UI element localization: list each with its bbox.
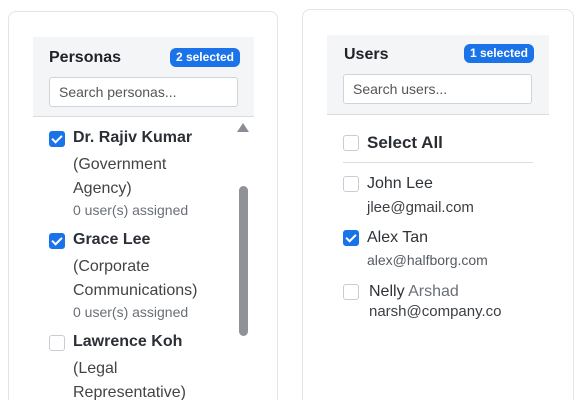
user-name: John Lee — [367, 175, 433, 192]
personas-title: Personas — [49, 49, 122, 66]
user-first-name: Nelly — [369, 283, 405, 300]
persona-desc-line1: (Legal — [73, 360, 118, 377]
user-name: Alex Tan — [367, 229, 429, 246]
user-checkbox[interactable] — [343, 230, 359, 246]
persona-checkbox[interactable] — [49, 233, 65, 249]
persona-desc-line2: Communications) — [73, 282, 198, 299]
users-header: Users 1 selected — [327, 35, 549, 115]
personas-card: Personas 2 selected Dr. Rajiv Kumar (Gov… — [8, 11, 278, 400]
persona-desc-line1: (Government — [73, 156, 167, 173]
persona-checkbox[interactable] — [49, 335, 65, 351]
persona-name: Lawrence Koh — [73, 333, 183, 350]
select-all-checkbox[interactable] — [343, 135, 359, 151]
personas-selected-badge: 2 selected — [169, 48, 240, 67]
user-email: alex@halfborg.com — [367, 252, 488, 268]
users-search-input[interactable] — [343, 74, 532, 104]
personas-header: Personas 2 selected — [33, 37, 254, 117]
persona-desc-line1: (Corporate — [73, 258, 150, 275]
persona-name: Grace Lee — [73, 231, 151, 248]
user-checkbox[interactable] — [343, 176, 359, 192]
scroll-up-arrow-icon[interactable] — [237, 123, 249, 132]
persona-desc-line2: Agency) — [73, 180, 132, 197]
user-email: narsh@company.co — [369, 303, 502, 320]
persona-name: Dr. Rajiv Kumar — [73, 129, 193, 146]
user-last-name: Arshad — [408, 283, 459, 300]
scrollbar-thumb[interactable] — [239, 186, 248, 336]
users-card: Users 1 selected Select All John Lee jle… — [302, 9, 574, 400]
persona-user-count: 0 user(s) assigned — [73, 202, 189, 218]
persona-checkbox[interactable] — [49, 131, 65, 147]
users-selected-badge: 1 selected — [463, 44, 534, 63]
divider — [343, 162, 533, 163]
persona-desc-line2: Representative) — [73, 384, 186, 400]
select-all-label: Select All — [367, 133, 443, 152]
user-name: Nelly Arshad — [369, 283, 459, 301]
users-title: Users — [344, 46, 389, 63]
user-email: jlee@gmail.com — [367, 199, 474, 216]
personas-search-input[interactable] — [49, 77, 238, 107]
persona-user-count: 0 user(s) assigned — [73, 304, 189, 320]
user-checkbox[interactable] — [343, 284, 359, 300]
